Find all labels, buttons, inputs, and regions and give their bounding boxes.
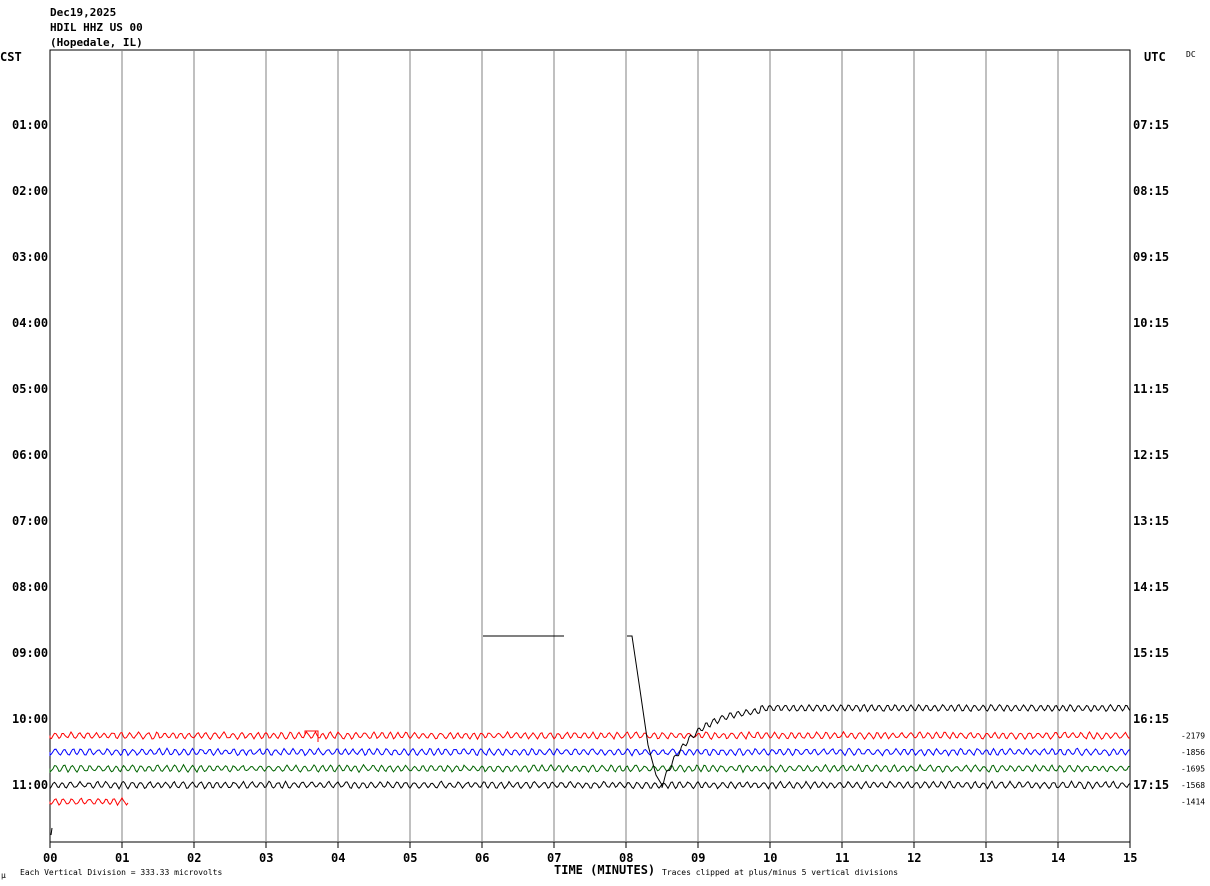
plot-frame	[49, 49, 1131, 843]
left-time-label: 07:00	[12, 514, 48, 528]
right-time-label: 14:15	[1133, 580, 1169, 594]
left-time-label: 04:00	[12, 316, 48, 330]
station-label: HDIL HHZ US 00	[50, 21, 143, 34]
dc-offset-label: -1856	[1181, 748, 1205, 757]
right-time-label: 09:15	[1133, 250, 1169, 264]
left-time-label: 01:00	[12, 118, 48, 132]
left-time-label: 09:00	[12, 646, 48, 660]
x-tick-label: 12	[907, 851, 921, 865]
dc-label: DC	[1186, 50, 1196, 59]
right-timezone: UTC	[1144, 50, 1166, 64]
trace-line	[49, 763, 1131, 774]
right-time-label: 07:15	[1133, 118, 1169, 132]
dc-offset-label: -2179	[1181, 732, 1205, 741]
right-time-label: 16:15	[1133, 712, 1169, 726]
x-axis-label: TIME (MINUTES)	[554, 863, 655, 877]
trace-line	[49, 780, 1131, 791]
corner-mark: μ	[1, 871, 6, 880]
left-time-label: 10:00	[12, 712, 48, 726]
right-time-label: 08:15	[1133, 184, 1169, 198]
location-label: (Hopedale, IL)	[50, 36, 143, 49]
date-label: Dec19,2025	[50, 6, 116, 19]
scale-note: Each Vertical Division = 333.33 microvol…	[20, 868, 222, 877]
left-time-label: 05:00	[12, 382, 48, 396]
x-tick-label: 00	[43, 851, 57, 865]
right-time-label: 12:15	[1133, 448, 1169, 462]
right-time-label: 10:15	[1133, 316, 1169, 330]
dc-offset-label: -1568	[1181, 781, 1205, 790]
dc-offset-label: -1695	[1181, 765, 1205, 774]
x-tick-label: 05	[403, 851, 417, 865]
seismogram: Dec19,2025 HDIL HHZ US 00 (Hopedale, IL)…	[0, 6, 1205, 880]
trace-drift-segment	[627, 635, 1131, 788]
x-tick-label: 06	[475, 851, 489, 865]
x-tick-label: 09	[691, 851, 705, 865]
x-tick-label: 10	[763, 851, 777, 865]
right-time-label: 11:15	[1133, 382, 1169, 396]
right-time-label: 17:15	[1133, 778, 1169, 792]
left-timezone: CST	[0, 50, 22, 64]
x-tick-label: 11	[835, 851, 849, 865]
right-time-label: 15:15	[1133, 646, 1169, 660]
left-time-label: 06:00	[12, 448, 48, 462]
trace-line	[49, 796, 129, 807]
x-tick-label: 03	[259, 851, 273, 865]
x-tick-label: 04	[331, 851, 345, 865]
right-time-label: 13:15	[1133, 514, 1169, 528]
x-tick-label: 13	[979, 851, 993, 865]
left-time-label: 11:00	[12, 778, 48, 792]
dc-offset-label: -1414	[1181, 798, 1205, 807]
clip-note: Traces clipped at plus/minus 5 vertical …	[662, 868, 898, 877]
x-tick-label: 14	[1051, 851, 1065, 865]
trace-line	[49, 747, 1131, 757]
left-time-label: 03:00	[12, 250, 48, 264]
x-tick-label: 15	[1123, 851, 1137, 865]
trace-line	[49, 730, 1131, 741]
left-time-label: 08:00	[12, 580, 48, 594]
left-time-label: 02:00	[12, 184, 48, 198]
x-tick-label: 02	[187, 851, 201, 865]
x-tick-label: 01	[115, 851, 129, 865]
trace-stub	[50, 827, 53, 836]
